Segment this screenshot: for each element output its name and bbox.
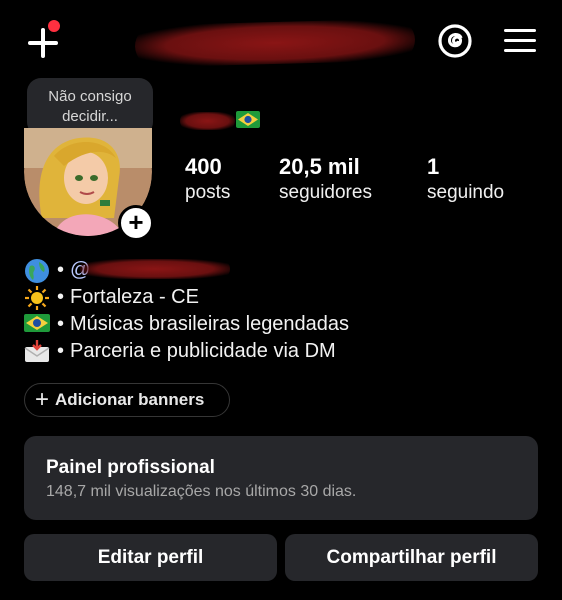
bio-separator: • bbox=[57, 312, 65, 335]
posts-count: 400 bbox=[185, 154, 222, 179]
redacted-handle bbox=[80, 259, 230, 279]
followers-count[interactable]: 20,5 mil bbox=[279, 154, 360, 180]
hamburger-menu-icon[interactable] bbox=[504, 27, 536, 55]
bio-separator: • bbox=[57, 285, 65, 308]
envelope-with-arrow-icon bbox=[24, 339, 51, 363]
bio-separator: • bbox=[57, 339, 65, 362]
redacted-name bbox=[180, 112, 235, 130]
bio-location-line: • Fortaleza - CE bbox=[24, 284, 199, 310]
following-count[interactable]: 1 bbox=[427, 154, 439, 180]
globe-icon bbox=[24, 258, 51, 283]
note-line-1: Não consigo bbox=[48, 88, 132, 105]
bio-contact: Parceria e publicidade via DM bbox=[70, 339, 336, 362]
bio-separator: • bbox=[57, 258, 65, 281]
sun-icon bbox=[24, 285, 51, 310]
brazil-flag-icon bbox=[24, 312, 51, 336]
add-banners-button[interactable]: + Adicionar banners bbox=[24, 383, 230, 417]
plus-icon: + bbox=[35, 386, 50, 413]
following-label[interactable]: seguindo bbox=[427, 182, 504, 204]
professional-dashboard-title: Painel profissional bbox=[46, 457, 215, 478]
add-banners-label: Adicionar banners bbox=[55, 390, 205, 409]
bio-description: Músicas brasileiras legendadas bbox=[70, 312, 350, 335]
threads-icon[interactable] bbox=[436, 22, 474, 60]
bio-contact-line: • Parceria e publicidade via DM bbox=[24, 338, 336, 364]
create-plus-icon[interactable] bbox=[26, 20, 60, 60]
professional-dashboard-subtitle: 148,7 mil visualizações nos últimos 30 d… bbox=[46, 483, 357, 500]
edit-profile-button[interactable]: Editar perfil bbox=[24, 534, 277, 581]
bio-description-line: • Músicas brasileiras legendadas bbox=[24, 311, 349, 337]
add-story-plus-icon[interactable]: + bbox=[118, 205, 154, 241]
share-profile-button[interactable]: Compartilhar perfil bbox=[285, 534, 538, 581]
note-line-2: decidir... bbox=[62, 108, 118, 125]
followers-label[interactable]: seguidores bbox=[279, 182, 372, 204]
redacted-username-title bbox=[134, 18, 416, 68]
bio-location: Fortaleza - CE bbox=[70, 285, 199, 308]
posts-label: posts bbox=[185, 182, 231, 203]
brazil-flag-icon bbox=[236, 111, 260, 128]
notification-dot bbox=[48, 20, 60, 32]
